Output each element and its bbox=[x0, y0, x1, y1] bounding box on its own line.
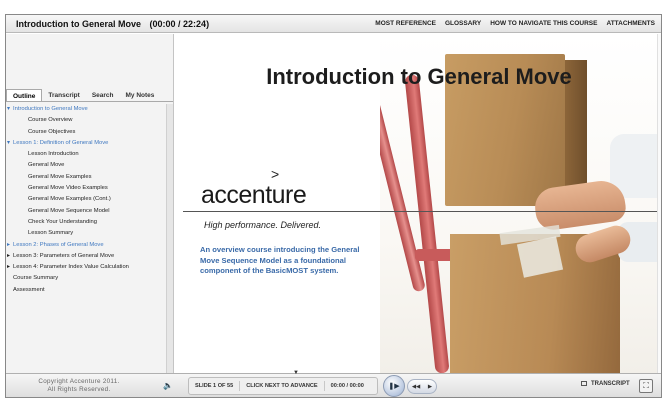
outline-item-label: Course Overview bbox=[28, 117, 73, 124]
outline-item-label: General Move Examples bbox=[28, 173, 92, 180]
outline-item-label: Introduction to General Move bbox=[13, 106, 88, 112]
slide-title: Introduction to General Move bbox=[266, 64, 572, 89]
slide-time: 00:00 / 00:00 bbox=[330, 383, 364, 389]
slide-counter: SLIDE 1 OF 55 bbox=[189, 381, 241, 391]
progress-pointer-icon[interactable]: ▼ bbox=[293, 370, 299, 376]
player-window: Introduction to General Move (00:00 / 22… bbox=[5, 14, 662, 398]
prev-next-buttons: ◀◀ ▶ bbox=[407, 379, 437, 394]
transcript-button[interactable]: TRANSCRIPT bbox=[581, 381, 630, 387]
play-pause-icon[interactable]: ❚▶ bbox=[383, 375, 405, 397]
speaker-icon[interactable]: 🔈 bbox=[163, 381, 173, 390]
outline-item[interactable]: General Move Video Examples bbox=[6, 183, 166, 194]
outline-item[interactable]: Course Objectives bbox=[6, 127, 166, 138]
outline-item[interactable]: Course Overview bbox=[6, 115, 166, 126]
slide-status: SLIDE 1 OF 55 CLICK NEXT TO ADVANCE 00:0… bbox=[188, 377, 378, 395]
top-nav: MOST REFERENCE GLOSSARY HOW TO NAVIGATE … bbox=[375, 20, 655, 27]
outline-item[interactable]: ▸ Lesson 4: Parameter Index Value Calcula… bbox=[6, 262, 166, 273]
outline-item[interactable]: Assessment bbox=[6, 285, 166, 296]
outline-list: ▾ Introduction to General Move Course Over… bbox=[6, 104, 166, 296]
copyright-line-1: Copyright Accenture 2011. bbox=[38, 378, 120, 385]
outline-item[interactable]: Course Summary bbox=[6, 273, 166, 284]
copyright: Copyright Accenture 2011. All Rights Res… bbox=[24, 378, 134, 394]
advance-hint: CLICK NEXT TO ADVANCE bbox=[240, 381, 325, 391]
nav-how-to-navigate[interactable]: HOW TO NAVIGATE THIS COURSE bbox=[490, 20, 597, 27]
outline-item-label: Course Objectives bbox=[28, 128, 76, 135]
bottom-bar: Copyright Accenture 2011. All Rights Res… bbox=[6, 370, 661, 397]
accenture-logo-mark: > bbox=[271, 166, 280, 182]
nav-glossary[interactable]: GLOSSARY bbox=[445, 20, 481, 27]
outline-item-label: Lesson 3: Parameters of General Move bbox=[13, 252, 115, 259]
nav-attachments[interactable]: ATTACHMENTS bbox=[606, 20, 655, 27]
caret-right-icon[interactable]: ▸ bbox=[7, 251, 10, 262]
outline-item-label: Check Your Understanding bbox=[28, 218, 97, 225]
course-title: Introduction to General Move (00:00 / 22… bbox=[16, 19, 209, 29]
outline-item-label: Lesson 1: Definition of General Move bbox=[13, 139, 109, 146]
outline-item-label: Course Summary bbox=[13, 275, 59, 282]
outline-item-label: General Move Examples (Cont.) bbox=[28, 196, 111, 203]
tab-search[interactable]: Search bbox=[86, 89, 120, 101]
slide-area: Introduction to General Move > accenture… bbox=[175, 34, 661, 373]
sidebar-scrollbar[interactable] bbox=[166, 104, 173, 373]
tab-transcript[interactable]: Transcript bbox=[42, 89, 85, 101]
outline-item-label: Lesson 2: Phases of General Move bbox=[13, 241, 104, 248]
next-icon[interactable]: ▶ bbox=[428, 384, 432, 390]
course-time: (00:00 / 22:24) bbox=[149, 19, 210, 29]
outline-item-label: Lesson 4: Parameter Index Value Calculat… bbox=[13, 264, 129, 271]
course-description: An overview course introducing the Gener… bbox=[200, 245, 360, 276]
tab-my-notes[interactable]: My Notes bbox=[120, 89, 161, 101]
prev-icon[interactable]: ◀◀ bbox=[412, 384, 420, 390]
tagline: High performance. Delivered. bbox=[204, 220, 322, 230]
tab-outline[interactable]: Outline bbox=[6, 89, 43, 101]
sidebar-tabs: Outline Transcript Search My Notes bbox=[6, 89, 173, 102]
caret-down-icon[interactable]: ▾ bbox=[7, 138, 10, 149]
outline-item[interactable]: General Move bbox=[6, 160, 166, 171]
outline-item-label: Lesson Summary bbox=[28, 230, 74, 237]
outline-item[interactable]: Lesson Introduction bbox=[6, 149, 166, 160]
nav-most-reference[interactable]: MOST REFERENCE bbox=[375, 20, 436, 27]
copyright-line-2: All Rights Reserved. bbox=[47, 386, 111, 393]
outline-item[interactable]: ▸ Lesson 3: Parameters of General Move bbox=[6, 251, 166, 262]
transcript-icon bbox=[581, 381, 587, 386]
outline-item[interactable]: Check Your Understanding bbox=[6, 217, 166, 228]
slide-scrollbar[interactable] bbox=[657, 34, 661, 373]
accenture-logo: accenture bbox=[201, 181, 307, 209]
outline-item[interactable]: ▾ Introduction to General Move bbox=[6, 104, 166, 115]
divider bbox=[183, 211, 661, 212]
outline-item-label: General Move bbox=[28, 162, 65, 169]
outline-item[interactable]: General Move Examples bbox=[6, 172, 166, 183]
caret-down-icon[interactable]: ▾ bbox=[7, 104, 10, 115]
outline-item[interactable]: ▸ Lesson 2: Phases of General Move bbox=[6, 240, 166, 251]
dolly-handle bbox=[404, 74, 450, 373]
transcript-label: TRANSCRIPT bbox=[591, 381, 630, 387]
outline-item-label: Lesson Introduction bbox=[28, 151, 79, 158]
top-bar: Introduction to General Move (00:00 / 22… bbox=[6, 15, 661, 33]
outline-item-label: General Move Sequence Model bbox=[28, 207, 110, 214]
outline-item[interactable]: Lesson Summary bbox=[6, 228, 166, 239]
caret-right-icon[interactable]: ▸ bbox=[7, 262, 10, 273]
outline-item[interactable]: General Move Sequence Model bbox=[6, 206, 166, 217]
course-title-text: Introduction to General Move bbox=[16, 19, 142, 29]
sidebar: Outline Transcript Search My Notes ▾ Intr… bbox=[6, 34, 174, 373]
outline-item-label: General Move Video Examples bbox=[28, 185, 108, 192]
outline-item[interactable]: ▾ Lesson 1: Definition of General Move bbox=[6, 138, 166, 149]
caret-right-icon[interactable]: ▸ bbox=[7, 240, 10, 251]
fullscreen-icon[interactable]: ⛶ bbox=[639, 379, 653, 393]
outline-item[interactable]: General Move Examples (Cont.) bbox=[6, 194, 166, 205]
outline-item-label: Assessment bbox=[13, 286, 45, 293]
